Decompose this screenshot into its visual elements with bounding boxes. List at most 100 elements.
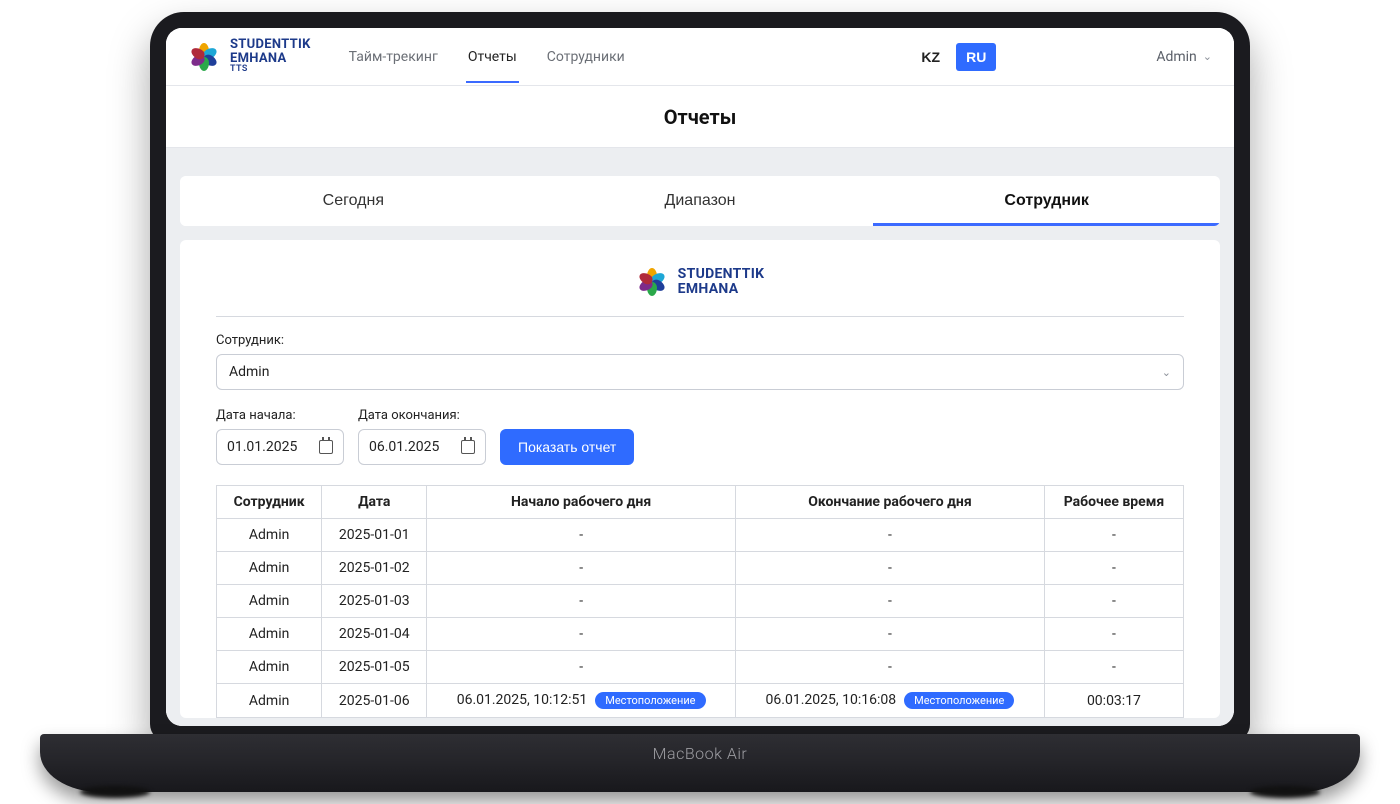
employee-value: Admin <box>229 364 269 380</box>
laptop-deck: MacBook Air <box>40 734 1360 792</box>
nav-item[interactable]: Отчеты <box>466 31 519 83</box>
date-start-group: Дата начала: 01.01.2025 <box>216 408 344 465</box>
show-report-button[interactable]: Показать отчет <box>500 429 634 465</box>
table-header-row: СотрудникДатаНачало рабочего дняОкончани… <box>217 486 1184 519</box>
date-end-label: Дата окончания: <box>358 408 486 423</box>
date-end-group: Дата окончания: 06.01.2025 <box>358 408 486 465</box>
cell-date: 2025-01-05 <box>322 651 427 684</box>
date-row: Дата начала: 01.01.2025 Дата окончания: … <box>216 408 1184 465</box>
cell-date: 2025-01-04 <box>322 618 427 651</box>
table-header-cell: Окончание рабочего дня <box>736 486 1045 519</box>
cell-start-value: - <box>579 560 583 576</box>
device-label: MacBook Air <box>653 744 748 763</box>
cell-start: - <box>427 618 736 651</box>
cell-end: - <box>736 552 1045 585</box>
logo-icon <box>636 266 668 298</box>
cell-start-value: - <box>579 593 583 609</box>
chevron-down-icon: ⌄ <box>1203 50 1212 63</box>
cell-end-value: - <box>888 593 892 609</box>
cell-date: 2025-01-01 <box>322 519 427 552</box>
cell-start: - <box>427 552 736 585</box>
laptop-notch <box>640 12 760 26</box>
card-brand-line2: EMHANA <box>678 282 765 297</box>
user-name: Admin <box>1156 49 1196 65</box>
user-menu[interactable]: Admin ⌄ <box>1156 49 1212 65</box>
report-card: STUDENTTIK EMHANA Сотрудник: Admin ⌄ <box>180 240 1220 718</box>
topbar: STUDENTTIK EMHANA TTS Тайм-трекинг Отчеты… <box>166 28 1234 86</box>
cell-end-value: - <box>888 527 892 543</box>
cell-end: - <box>736 519 1045 552</box>
brand-text: STUDENTTIK EMHANA TTS <box>230 38 311 75</box>
nav-item[interactable]: Тайм-трекинг <box>347 31 440 83</box>
logo-icon <box>188 41 220 73</box>
calendar-icon <box>319 440 333 454</box>
table-row: Admin2025-01-04--- <box>217 618 1184 651</box>
cell-end: - <box>736 585 1045 618</box>
table-header-cell: Начало рабочего дня <box>427 486 736 519</box>
report-tab[interactable]: Сегодня <box>180 176 527 226</box>
brand[interactable]: STUDENTTIK EMHANA TTS <box>188 38 311 75</box>
cell-start: - <box>427 519 736 552</box>
location-pill[interactable]: Местоположение <box>904 692 1014 709</box>
language-switch: KZRU <box>911 43 996 71</box>
cell-end: - <box>736 618 1045 651</box>
cell-date: 2025-01-06 <box>322 684 427 718</box>
table-header-cell: Дата <box>322 486 427 519</box>
cell-start-value: 06.01.2025, 10:12:51 <box>457 692 588 708</box>
cell-duration: - <box>1044 585 1183 618</box>
cell-employee: Admin <box>217 684 322 718</box>
lang-option[interactable]: KZ <box>911 43 950 71</box>
table-row: Admin2025-01-02--- <box>217 552 1184 585</box>
cell-employee: Admin <box>217 651 322 684</box>
page-title: Отчеты <box>166 86 1234 148</box>
table-row: Admin2025-01-01--- <box>217 519 1184 552</box>
table-row: Admin2025-01-05 - - - <box>217 651 1184 684</box>
card-brand: STUDENTTIK EMHANA <box>636 266 765 298</box>
table-header-cell: Сотрудник <box>217 486 322 519</box>
chevron-down-icon: ⌄ <box>1162 366 1171 379</box>
table-row: Admin2025-01-06 06.01.2025, 10:12:51 Место… <box>217 684 1184 718</box>
card-brand-line1: STUDENTTIK <box>678 267 765 282</box>
table-header-cell: Рабочее время <box>1044 486 1183 519</box>
location-pill[interactable]: Местоположение <box>595 692 705 709</box>
report-table: СотрудникДатаНачало рабочего дняОкончани… <box>216 485 1184 718</box>
cell-employee: Admin <box>217 618 322 651</box>
table-body: Admin2025-01-01---Admin2025-01-02---Admi… <box>217 519 1184 718</box>
date-start-input[interactable]: 01.01.2025 <box>216 429 344 465</box>
calendar-icon <box>461 440 475 454</box>
brand-tts: TTS <box>230 65 311 74</box>
cell-duration: 00:03:17 <box>1044 684 1183 718</box>
cell-start-value: - <box>579 659 583 675</box>
date-start-value: 01.01.2025 <box>227 439 297 455</box>
cell-end-value: - <box>888 659 892 675</box>
cell-start-value: - <box>579 626 583 642</box>
cell-end-value: - <box>888 626 892 642</box>
cell-date: 2025-01-03 <box>322 585 427 618</box>
main-nav: Тайм-трекинг Отчеты Сотрудники <box>347 31 627 83</box>
cell-employee: Admin <box>217 519 322 552</box>
table-row: Admin2025-01-03 - - - <box>217 585 1184 618</box>
report-tabs: СегодняДиапазонСотрудник <box>180 176 1220 226</box>
cell-employee: Admin <box>217 552 322 585</box>
cell-end-value: - <box>888 560 892 576</box>
cell-employee: Admin <box>217 585 322 618</box>
employee-label: Сотрудник: <box>216 333 1184 348</box>
cell-start-value: - <box>579 527 583 543</box>
lang-option[interactable]: RU <box>956 43 996 71</box>
date-end-input[interactable]: 06.01.2025 <box>358 429 486 465</box>
report-tab[interactable]: Диапазон <box>527 176 874 226</box>
date-end-value: 06.01.2025 <box>369 439 439 455</box>
employee-select[interactable]: Admin ⌄ <box>216 354 1184 390</box>
report-tab[interactable]: Сотрудник <box>873 176 1220 226</box>
laptop-screen: STUDENTTIK EMHANA TTS Тайм-трекингОтчеты… <box>166 28 1234 726</box>
cell-start: - <box>427 585 736 618</box>
cell-duration: - <box>1044 651 1183 684</box>
date-start-label: Дата начала: <box>216 408 344 423</box>
cell-end: 06.01.2025, 10:16:08Местоположение <box>736 684 1045 718</box>
brand-line1: STUDENTTIK <box>230 38 311 52</box>
card-header: STUDENTTIK EMHANA <box>216 258 1184 317</box>
nav-item[interactable]: Сотрудники <box>545 31 627 83</box>
cell-start: 06.01.2025, 10:12:51 Местоположение <box>427 684 736 718</box>
content: СегодняДиапазонСотрудник STUDENTTIK <box>166 148 1234 726</box>
brand-line2: EMHANA <box>230 52 311 66</box>
